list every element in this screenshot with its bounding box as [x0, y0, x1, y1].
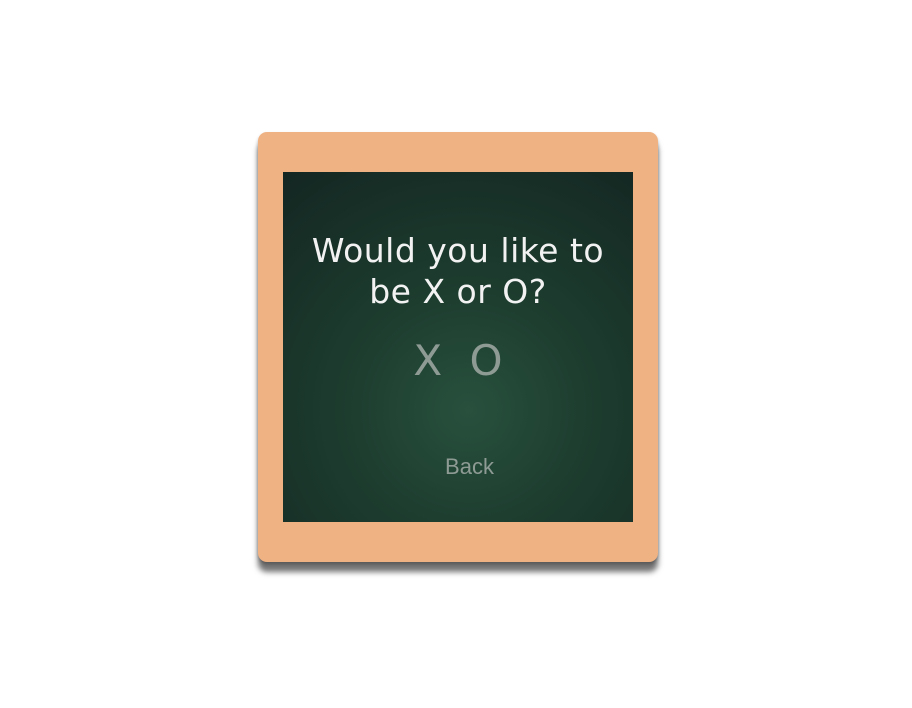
prompt-line-2: be X or O? — [369, 272, 547, 311]
symbol-choices: X O — [283, 336, 633, 386]
chalkboard: Would you like to be X or O? X O Back — [283, 172, 633, 522]
back-button[interactable]: Back — [283, 452, 656, 482]
prompt-line-1: Would you like to — [311, 231, 605, 270]
choose-x-button[interactable]: X — [406, 336, 449, 386]
game-frame: Would you like to be X or O? X O Back — [258, 132, 658, 562]
choose-symbol-prompt: Would you like to be X or O? — [283, 230, 633, 312]
choose-o-button[interactable]: O — [463, 336, 510, 386]
